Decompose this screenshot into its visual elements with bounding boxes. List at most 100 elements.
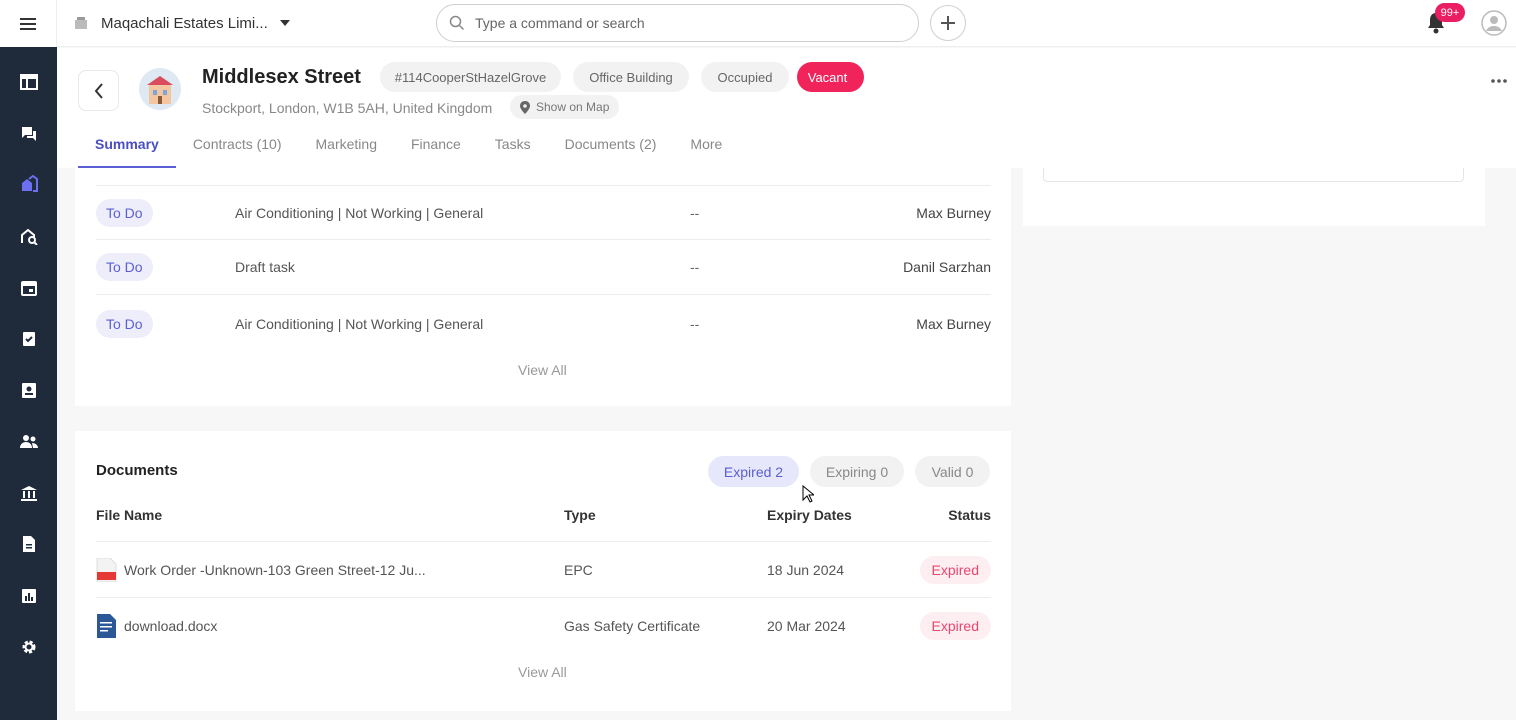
property-header: Middlesex Street #114CooperStHazelGrove … <box>57 48 1516 168</box>
table-row[interactable]: To Do Air Conditioning | Not Working | G… <box>96 296 991 351</box>
right-panel-field[interactable] <box>1043 168 1464 182</box>
search-icon <box>449 15 465 31</box>
sidebar-item-reports[interactable] <box>0 576 57 616</box>
mouse-cursor-icon <box>802 485 814 503</box>
tab-marketing[interactable]: Marketing <box>299 132 394 168</box>
document-type: EPC <box>564 562 593 578</box>
sidebar-item-settings[interactable] <box>0 627 57 667</box>
filter-expired-chip[interactable]: Expired 2 <box>708 456 799 487</box>
show-on-map-button[interactable]: Show on Map <box>510 95 620 119</box>
task-status-badge: To Do <box>96 309 153 338</box>
page-title: Middlesex Street <box>202 66 361 88</box>
table-row[interactable]: Work Order -Unknown-103 Green Street-12 … <box>96 541 991 597</box>
user-avatar-icon[interactable] <box>1481 10 1507 36</box>
column-header-type: Type <box>564 507 596 523</box>
document-file-name: download.docx <box>124 618 218 634</box>
left-sidebar <box>0 0 57 720</box>
property-tabs: Summary Contracts (10) Marketing Finance… <box>78 132 739 168</box>
status-badge: Expired <box>919 556 991 584</box>
table-row[interactable]: To Do Draft task -- Danil Sarzhan <box>96 240 991 295</box>
show-on-map-label: Show on Map <box>536 100 610 114</box>
sidebar-item-documents[interactable] <box>0 524 57 564</box>
dashboard-icon <box>19 74 38 90</box>
task-status-badge: To Do <box>96 253 153 281</box>
task-assignee: Danil Sarzhan <box>903 259 991 275</box>
people-icon <box>19 435 38 448</box>
document-icon <box>22 536 35 552</box>
sidebar-item-dashboard[interactable] <box>0 62 57 102</box>
clipboard-check-icon <box>22 332 35 346</box>
vacancy-status-dropdown[interactable]: Vacant <box>797 62 864 92</box>
add-button[interactable] <box>930 5 966 41</box>
sidebar-item-people[interactable] <box>0 421 57 461</box>
documents-card: Documents Expired 2 Expiring 0 Valid 0 F… <box>75 431 1011 711</box>
command-search[interactable] <box>436 4 919 42</box>
sidebar-item-contacts[interactable] <box>0 370 57 410</box>
occupancy-chip: Occupied <box>701 62 789 92</box>
gear-icon <box>22 640 35 654</box>
task-title: Draft task <box>235 259 295 275</box>
calendar-icon <box>20 281 37 296</box>
property-thumbnail <box>139 68 181 110</box>
notification-badge: 99+ <box>1435 3 1465 22</box>
tab-more[interactable]: More <box>673 132 739 168</box>
sidebar-item-tenancies[interactable] <box>0 216 57 256</box>
task-title: Air Conditioning | Not Working | General <box>235 315 484 332</box>
document-expiry-date: 18 Jun 2024 <box>767 562 845 578</box>
tasks-card: To Do Air Conditioning | Not Working | G… <box>75 168 1011 406</box>
documents-title: Documents <box>96 462 178 479</box>
document-file-name: Work Order -Unknown-103 Green Street-12 … <box>124 562 426 578</box>
chevron-left-icon <box>94 82 103 99</box>
task-assignee: Max Burney <box>916 204 991 221</box>
sidebar-item-tasks[interactable] <box>0 318 57 358</box>
property-address: Stockport, London, W1B 5AH, United Kingd… <box>202 100 493 116</box>
status-badge: Expired <box>919 612 991 640</box>
tab-finance[interactable]: Finance <box>394 132 478 168</box>
more-options-icon[interactable] <box>1489 76 1509 86</box>
bank-icon <box>20 486 37 501</box>
building-illustration-icon <box>139 68 181 110</box>
back-button[interactable] <box>78 70 119 111</box>
table-row[interactable]: download.docx Gas Safety Certificate 20 … <box>96 597 991 653</box>
chat-icon <box>21 127 36 141</box>
bar-chart-icon <box>21 589 36 603</box>
plus-icon <box>941 16 955 30</box>
sidebar-item-accounting[interactable] <box>0 473 57 513</box>
pdf-file-icon <box>96 558 117 582</box>
filter-valid-chip[interactable]: Valid 0 <box>915 456 990 487</box>
task-status-badge: To Do <box>96 198 153 227</box>
tab-summary[interactable]: Summary <box>78 132 176 168</box>
contact-card-icon <box>21 383 36 398</box>
task-due-date: -- <box>690 315 700 332</box>
property-reference-chip: #114CooperStHazelGrove <box>380 62 561 92</box>
hamburger-menu-button[interactable] <box>0 0 57 47</box>
top-bar: Maqachali Estates Limi... 99+ <box>57 0 1516 47</box>
right-panel-card <box>1023 168 1485 226</box>
document-type: Gas Safety Certificate <box>564 618 701 634</box>
documents-view-all-link[interactable]: View All <box>518 664 567 680</box>
task-assignee: Max Burney <box>916 315 991 332</box>
company-switcher[interactable]: Maqachali Estates Limi... <box>73 12 290 34</box>
docx-file-icon <box>97 614 116 638</box>
column-header-expiry-dates: Expiry Dates <box>767 507 852 523</box>
table-row[interactable]: To Do Air Conditioning | Not Working | G… <box>96 185 991 240</box>
tab-contracts[interactable]: Contracts (10) <box>176 132 299 168</box>
filter-expiring-chip[interactable]: Expiring 0 <box>810 456 904 487</box>
task-title: Air Conditioning | Not Working | General <box>235 204 484 221</box>
column-header-status: Status <box>948 507 991 523</box>
map-pin-icon <box>520 100 530 114</box>
house-search-icon <box>20 228 38 245</box>
tab-documents[interactable]: Documents (2) <box>548 132 674 168</box>
task-due-date: -- <box>690 204 700 221</box>
search-input[interactable] <box>475 15 875 31</box>
company-name: Maqachali Estates Limi... <box>101 14 268 32</box>
tasks-view-all-link[interactable]: View All <box>518 362 567 378</box>
sidebar-item-properties[interactable] <box>0 164 57 204</box>
column-header-file-name: File Name <box>96 507 163 523</box>
hamburger-icon <box>20 17 36 30</box>
sidebar-item-messages[interactable] <box>0 114 57 154</box>
property-type-chip: Office Building <box>573 62 689 92</box>
company-logo-icon <box>75 17 87 29</box>
tab-tasks[interactable]: Tasks <box>478 132 548 168</box>
sidebar-item-calendar[interactable] <box>0 268 57 308</box>
